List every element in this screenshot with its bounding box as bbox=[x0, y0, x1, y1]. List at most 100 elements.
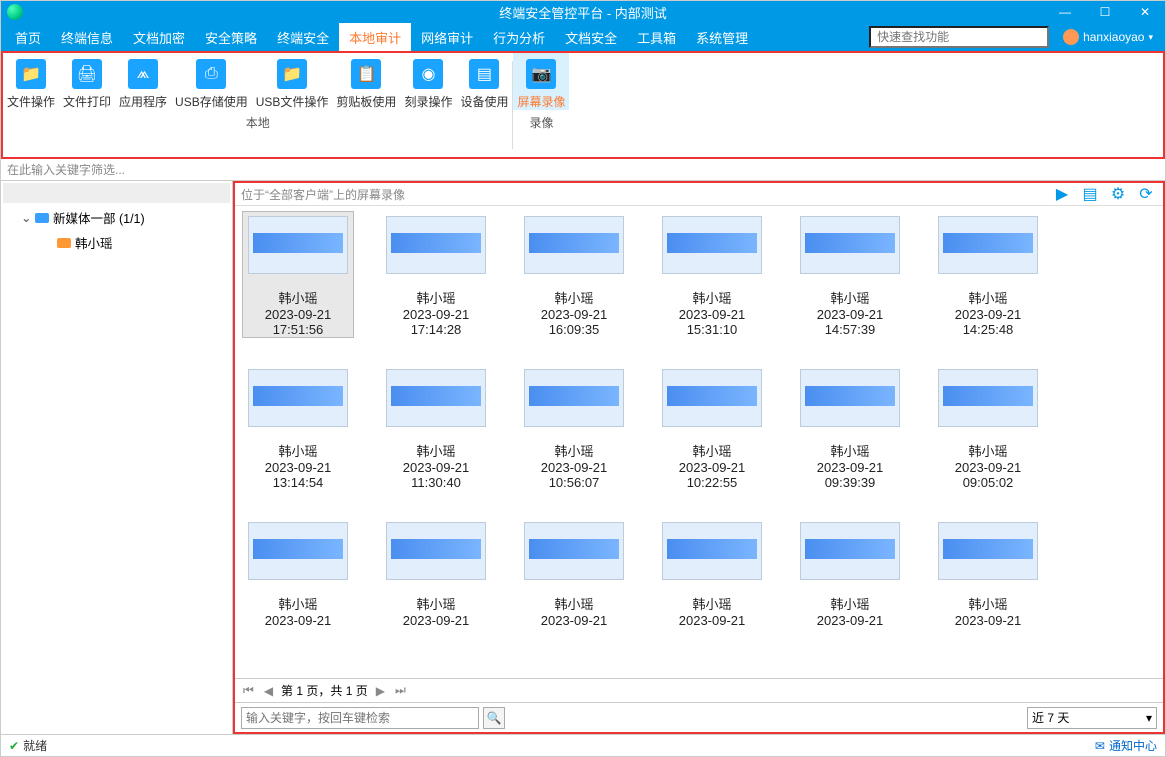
menu-item-2[interactable]: 文档加密 bbox=[123, 23, 195, 51]
settings-icon[interactable]: ⚙ bbox=[1109, 185, 1127, 203]
disc-icon: ◉ bbox=[413, 59, 443, 89]
recording-time: 10:22:55 bbox=[687, 475, 738, 490]
recording-card[interactable]: 韩小瑶2023-09-21 bbox=[519, 518, 629, 628]
ribbon-clip-button[interactable]: 📋剪贴板使用 bbox=[332, 53, 400, 110]
recording-thumbnail bbox=[800, 369, 900, 427]
minimize-button[interactable]: — bbox=[1045, 1, 1085, 23]
usbfile-icon: 📁 bbox=[277, 59, 307, 89]
recording-thumbnail bbox=[524, 522, 624, 580]
cam-icon: 📷 bbox=[526, 59, 556, 89]
refresh-icon[interactable]: ⟳ bbox=[1137, 185, 1155, 203]
pager-last-icon[interactable]: ⏭ bbox=[393, 683, 408, 698]
recording-card[interactable]: 韩小瑶2023-09-2114:57:39 bbox=[795, 212, 905, 337]
search-row: 🔍 近 7 天 ▾ bbox=[235, 702, 1163, 732]
menu-item-6[interactable]: 网络审计 bbox=[411, 23, 483, 51]
menu-item-0[interactable]: 首页 bbox=[5, 23, 51, 51]
recording-date: 2023-09-21 bbox=[679, 460, 746, 475]
recording-time: 17:51:56 bbox=[273, 322, 324, 337]
recording-card[interactable]: 韩小瑶2023-09-2110:56:07 bbox=[519, 365, 629, 490]
ribbon-usbfile-button[interactable]: 📁 USB文件操作 bbox=[252, 53, 333, 110]
recording-card[interactable]: 韩小瑶2023-09-21 bbox=[243, 518, 353, 628]
recording-thumbnail bbox=[800, 522, 900, 580]
recording-card[interactable]: 韩小瑶2023-09-2114:25:48 bbox=[933, 212, 1043, 337]
pager: ⏮ ◀ 第 1 页，共 1 页 ▶ ⏭ bbox=[235, 678, 1163, 702]
recording-card[interactable]: 韩小瑶2023-09-2110:22:55 bbox=[657, 365, 767, 490]
recording-date: 2023-09-21 bbox=[541, 307, 608, 322]
recording-name: 韩小瑶 bbox=[278, 288, 317, 307]
recording-thumbnail bbox=[662, 522, 762, 580]
notification-label: 通知中心 bbox=[1109, 737, 1157, 754]
recording-card[interactable]: 韩小瑶2023-09-21 bbox=[795, 518, 905, 628]
tree-user-label: 韩小瑶 bbox=[75, 233, 113, 252]
ribbon-tool-label: 文件操作 bbox=[7, 93, 55, 110]
pager-prev-icon[interactable]: ◀ bbox=[262, 684, 275, 698]
recording-card[interactable]: 韩小瑶2023-09-2117:14:28 bbox=[381, 212, 491, 337]
notification-center-link[interactable]: ✉ 通知中心 bbox=[1095, 737, 1157, 754]
tree-user-row[interactable]: 韩小瑶 bbox=[1, 230, 232, 255]
menu-item-8[interactable]: 文档安全 bbox=[555, 23, 627, 51]
close-button[interactable]: ✕ bbox=[1125, 1, 1165, 23]
menu-item-7[interactable]: 行为分析 bbox=[483, 23, 555, 51]
search-button[interactable]: 🔍 bbox=[483, 707, 505, 729]
menu-item-9[interactable]: 工具箱 bbox=[627, 23, 686, 51]
ribbon-tool-label: USB文件操作 bbox=[256, 93, 329, 110]
global-search-input[interactable] bbox=[869, 26, 1049, 48]
ribbon-disc-button[interactable]: ◉刻录操作 bbox=[400, 53, 456, 110]
recording-thumbnail bbox=[938, 369, 1038, 427]
recording-time: 13:14:54 bbox=[273, 475, 324, 490]
ribbon-app-button[interactable]: ⩕应用程序 bbox=[115, 53, 171, 110]
tree-group-row[interactable]: ⌄ 新媒体一部 (1/1) bbox=[1, 205, 232, 230]
status-ok-icon: ✔ bbox=[9, 739, 19, 753]
menu-item-10[interactable]: 系统管理 bbox=[686, 23, 758, 51]
date-range-select[interactable]: 近 7 天 ▾ bbox=[1027, 707, 1157, 729]
recording-card[interactable]: 韩小瑶2023-09-2116:09:35 bbox=[519, 212, 629, 337]
recording-card[interactable]: 韩小瑶2023-09-2117:51:56 bbox=[243, 212, 353, 337]
collapse-icon[interactable]: ⌄ bbox=[21, 210, 35, 225]
recording-card[interactable]: 韩小瑶2023-09-21 bbox=[933, 518, 1043, 628]
recording-thumbnail bbox=[938, 522, 1038, 580]
clip-icon: 📋 bbox=[351, 59, 381, 89]
user-menu[interactable]: hanxiaoyao ▾ bbox=[1055, 23, 1161, 51]
user-name: hanxiaoyao bbox=[1083, 30, 1144, 44]
ribbon-cam-button[interactable]: 📷屏幕录像 bbox=[513, 53, 569, 110]
ribbon-dev-button[interactable]: ▤设备使用 bbox=[456, 53, 512, 110]
app-icon: ⩕ bbox=[128, 59, 158, 89]
menu-item-1[interactable]: 终端信息 bbox=[51, 23, 123, 51]
menu-bar: 首页终端信息文档加密安全策略终端安全本地审计网络审计行为分析文档安全工具箱系统管… bbox=[1, 23, 1165, 51]
recording-date: 2023-09-21 bbox=[403, 307, 470, 322]
thumbnail-grid-scroll[interactable]: 韩小瑶2023-09-2117:51:56韩小瑶2023-09-2117:14:… bbox=[235, 205, 1163, 678]
print-icon: 🖨 bbox=[72, 59, 102, 89]
ribbon-usb-button[interactable]: ⎙USB存储使用 bbox=[171, 53, 252, 110]
pager-first-icon[interactable]: ⏮ bbox=[241, 683, 256, 698]
pager-text: 第 1 页，共 1 页 bbox=[281, 682, 368, 699]
play-icon[interactable]: ▶ bbox=[1053, 185, 1071, 203]
filter-input[interactable]: 在此输入关键字筛选... bbox=[1, 159, 1165, 181]
recording-card[interactable]: 韩小瑶2023-09-21 bbox=[657, 518, 767, 628]
magnifier-icon: 🔍 bbox=[487, 711, 502, 725]
recording-thumbnail bbox=[386, 522, 486, 580]
ribbon-folder-button[interactable]: 📁文件操作 bbox=[3, 53, 59, 110]
sidebar: ⌄ 新媒体一部 (1/1) 韩小瑶 bbox=[1, 181, 233, 734]
recording-time: 11:30:40 bbox=[411, 475, 461, 490]
recording-date: 2023-09-21 bbox=[403, 460, 470, 475]
menu-item-3[interactable]: 安全策略 bbox=[195, 23, 267, 51]
recording-card[interactable]: 韩小瑶2023-09-2111:30:40 bbox=[381, 365, 491, 490]
pager-next-icon[interactable]: ▶ bbox=[374, 684, 387, 698]
keyword-search-input[interactable] bbox=[241, 707, 479, 729]
menu-item-5[interactable]: 本地审计 bbox=[339, 23, 411, 51]
status-bar: ✔ 就绪 ✉ 通知中心 bbox=[1, 734, 1165, 756]
recording-card[interactable]: 韩小瑶2023-09-21 bbox=[381, 518, 491, 628]
group-icon bbox=[35, 211, 53, 225]
recording-card[interactable]: 韩小瑶2023-09-2109:05:02 bbox=[933, 365, 1043, 490]
menu-item-4[interactable]: 终端安全 bbox=[267, 23, 339, 51]
user-node-icon bbox=[57, 236, 75, 250]
maximize-button[interactable]: ☐ bbox=[1085, 1, 1125, 23]
recording-card[interactable]: 韩小瑶2023-09-2115:31:10 bbox=[657, 212, 767, 337]
list-view-icon[interactable]: ▤ bbox=[1081, 185, 1099, 203]
ribbon-print-button[interactable]: 🖨文件打印 bbox=[59, 53, 115, 110]
recording-card[interactable]: 韩小瑶2023-09-2109:39:39 bbox=[795, 365, 905, 490]
ribbon-toolbar: 📁文件操作🖨文件打印⩕应用程序⎙USB存储使用 📁 USB文件操作📋剪贴板使用◉刻录… bbox=[1, 51, 1165, 159]
recording-card[interactable]: 韩小瑶2023-09-2113:14:54 bbox=[243, 365, 353, 490]
tree-group-label: 新媒体一部 (1/1) bbox=[53, 208, 145, 227]
usb-icon: ⎙ bbox=[196, 59, 226, 89]
